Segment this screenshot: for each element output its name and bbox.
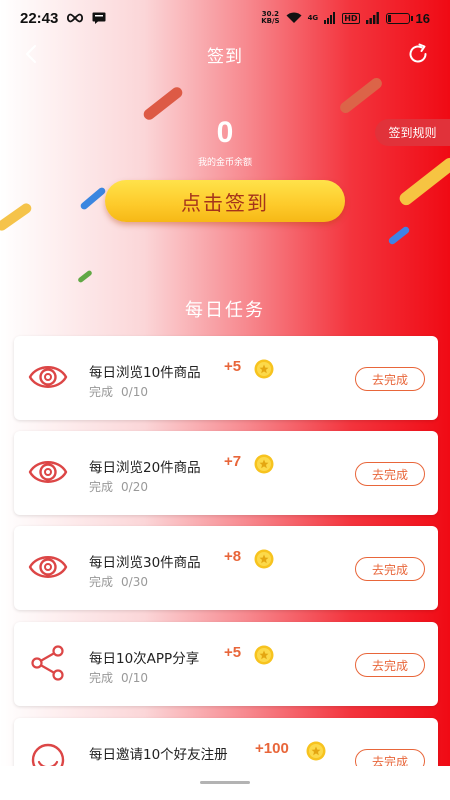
message-icon — [92, 12, 106, 24]
task-progress-label: 完成 — [89, 671, 114, 685]
task-reward: +100 — [255, 740, 289, 757]
signin-button[interactable]: 点击签到 — [105, 180, 345, 222]
signin-rules-button[interactable]: 签到规则 — [375, 119, 450, 146]
home-indicator[interactable] — [200, 781, 250, 784]
wifi-icon — [286, 12, 302, 23]
task-name: 每日浏览20件商品 — [89, 460, 201, 476]
daily-tasks-title: 每日任务 — [185, 300, 265, 321]
task-card: 每日浏览10件商品 +5 完成 0/10 去完成 — [14, 336, 438, 420]
infinity-icon — [67, 13, 84, 23]
task-name: 每日浏览30件商品 — [89, 555, 201, 571]
go-complete-button[interactable]: 去完成 — [355, 653, 425, 677]
coin-icon — [254, 359, 274, 379]
status-time: 22:43 — [20, 9, 59, 27]
status-system-icons: 30.2 KB/S 4G HD 16 — [261, 11, 430, 26]
go-complete-button[interactable]: 去完成 — [355, 557, 425, 581]
nav-bar: 签到 — [0, 36, 450, 72]
battery-icon — [385, 12, 413, 24]
refresh-button[interactable] — [406, 42, 430, 66]
coin-icon — [254, 645, 274, 665]
task-progress-label: 完成 — [89, 480, 114, 494]
task-reward: +7 — [224, 453, 242, 470]
task-progress-value: 0/10 — [121, 671, 148, 685]
confetti-blue-1 — [79, 186, 107, 211]
confetti-red-1 — [141, 85, 185, 122]
confetti-yellow-1 — [0, 201, 34, 233]
signal-bars-icon-1 — [324, 12, 336, 24]
confetti-red-2 — [337, 75, 385, 116]
refresh-icon — [409, 43, 427, 63]
task-name: 每日浏览10件商品 — [89, 365, 201, 381]
status-notification-icons — [66, 12, 106, 24]
task-reward: +5 — [224, 644, 242, 661]
task-reward: +5 — [224, 358, 242, 375]
coin-balance-value: 0 — [216, 116, 234, 149]
signal-bars-icon-2 — [365, 12, 379, 24]
task-progress-value: 0/20 — [121, 480, 148, 494]
task-card: 每日浏览30件商品 +8 完成 0/30 去完成 — [14, 526, 438, 610]
coin-icon — [254, 454, 274, 474]
task-progress-value: 0/30 — [121, 575, 148, 589]
system-navigation-bar — [0, 766, 450, 800]
eye-icon — [28, 461, 68, 483]
go-complete-button[interactable]: 去完成 — [355, 367, 425, 391]
task-progress: 完成 0/10 — [89, 669, 148, 686]
task-progress-value: 0/10 — [121, 385, 148, 399]
eye-icon — [28, 556, 68, 578]
task-progress-label: 完成 — [89, 385, 114, 399]
task-progress: 完成 0/20 — [89, 478, 148, 495]
share-icon — [31, 645, 64, 681]
hd-label: HD — [342, 12, 360, 24]
confetti-yellow-2 — [397, 155, 450, 208]
task-name: 每日邀请10个好友注册 — [89, 747, 228, 763]
task-reward: +8 — [224, 548, 242, 565]
page-title: 签到 — [207, 47, 243, 67]
eye-icon — [28, 366, 68, 388]
network-speed: 30.2 KB/S — [261, 10, 280, 25]
confetti-blue-2 — [387, 225, 411, 246]
confetti-green-1 — [77, 269, 93, 284]
coin-balance-label: 我的金币余额 — [197, 158, 252, 168]
go-complete-button[interactable]: 去完成 — [355, 462, 425, 486]
status-bar: 22:43 30.2 KB/S 4G HD 16 — [0, 0, 450, 36]
task-card: 每日浏览20件商品 +7 完成 0/20 去完成 — [14, 431, 438, 515]
battery-level: 16 — [415, 10, 430, 26]
coin-icon — [254, 549, 274, 569]
coin-icon — [306, 741, 326, 761]
task-name: 每日10次APP分享 — [89, 651, 200, 667]
task-progress-label: 完成 — [89, 575, 114, 589]
task-card: 每日10次APP分享 +5 完成 0/10 去完成 — [14, 622, 438, 706]
task-progress: 完成 0/30 — [89, 573, 148, 590]
task-progress: 完成 0/10 — [89, 383, 148, 400]
network-type-label: 4G — [307, 14, 319, 22]
